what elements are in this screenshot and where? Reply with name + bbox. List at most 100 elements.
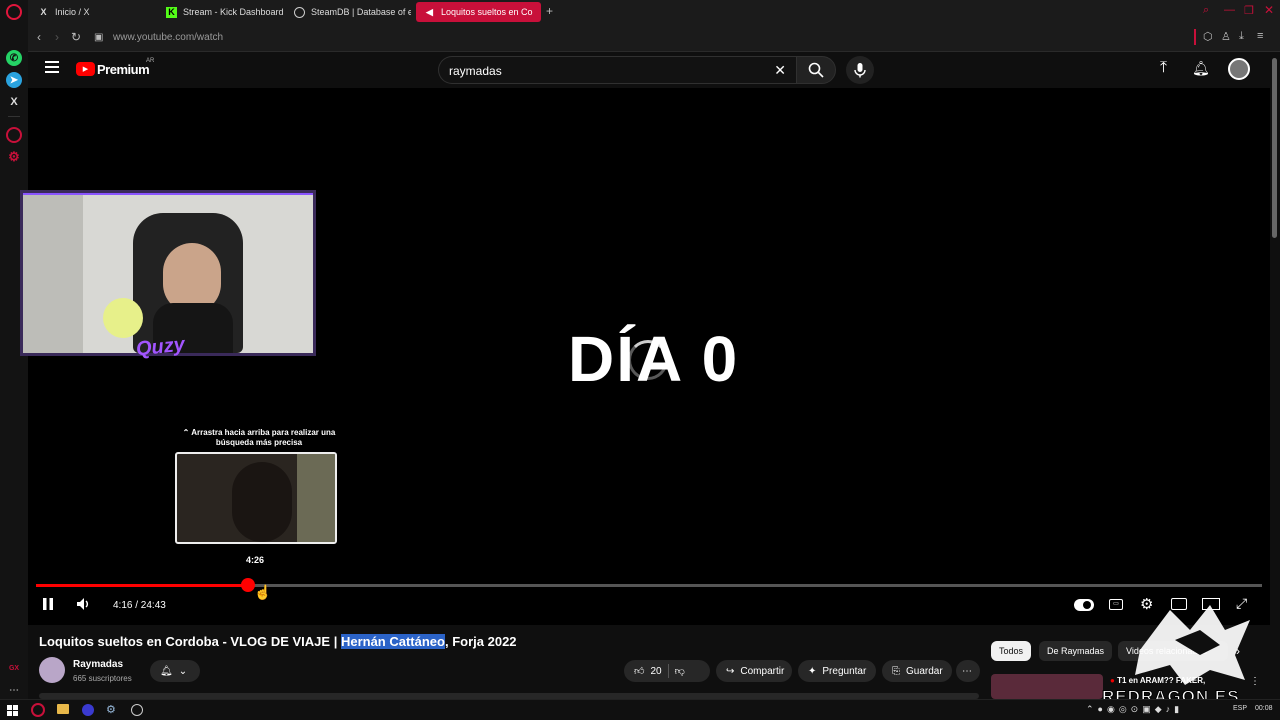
search-button[interactable] — [796, 56, 836, 84]
file-explorer-icon[interactable] — [57, 704, 69, 714]
speaker-icon: ◀ — [426, 6, 433, 17]
obs-icon[interactable] — [131, 704, 143, 716]
account-avatar[interactable] — [1228, 58, 1250, 80]
video-player[interactable]: DÍA 0 Quzy ⌃ Arrastra hacia arriba para … — [20, 88, 1270, 625]
recording-dot-icon: ● — [1110, 676, 1115, 685]
channel-avatar[interactable] — [39, 657, 65, 683]
tab-youtube-active[interactable]: ◀ Loquitos sueltos en Co — [416, 2, 541, 22]
url-field[interactable]: www.youtube.com/watch — [113, 32, 223, 43]
language-indicator[interactable]: ESP — [1233, 705, 1247, 712]
close-window-icon[interactable]: ✕ — [1264, 3, 1274, 17]
search-tabs-icon[interactable]: ⌕ — [1203, 4, 1209, 17]
drag-hint-text: Arrastra hacia arriba para realizar una … — [191, 428, 336, 447]
subtitles-button[interactable]: ▭ — [1109, 599, 1123, 610]
settings-gear-icon[interactable]: ⚙ — [6, 149, 22, 165]
volume-icon — [77, 598, 88, 610]
opera-gx-taskbar-icon[interactable] — [31, 703, 45, 717]
webcam-wall — [23, 193, 83, 353]
ask-button[interactable]: ✦ Preguntar — [798, 660, 876, 682]
autoplay-toggle[interactable] — [1074, 599, 1094, 611]
subscribe-bell-button[interactable]: 🔔︎ ⌄ — [150, 660, 200, 682]
webcam-overlay — [20, 190, 316, 356]
sparkle-icon: ✦ — [808, 665, 817, 677]
drag-hint: ⌃ Arrastra hacia arriba para realizar un… — [178, 428, 340, 448]
hamburger-menu-icon[interactable] — [45, 61, 59, 73]
toolbar-divider — [1194, 29, 1196, 45]
tab-steamdb[interactable]: SteamDB | Database of ev — [286, 2, 411, 22]
download-icon[interactable]: ⤓ — [1239, 30, 1244, 43]
clock[interactable]: 00:08 — [1255, 705, 1273, 712]
like-count[interactable]: 20 — [650, 666, 661, 677]
minimize-icon[interactable]: — — [1224, 4, 1235, 16]
tab-label: Inicio / X — [55, 7, 90, 17]
app-icon[interactable] — [82, 704, 94, 716]
chevron-down-icon: ⌄ — [178, 665, 188, 677]
recommendation-thumbnail[interactable] — [991, 674, 1103, 699]
share-icon: ↪ — [726, 665, 735, 677]
new-tab-button[interactable]: + — [546, 4, 553, 18]
search-icon — [808, 62, 824, 78]
chip-de-raymadas[interactable]: De Raymadas — [1039, 641, 1113, 661]
chip-todos[interactable]: Todos — [991, 641, 1032, 661]
back-icon[interactable]: ‹ — [37, 30, 41, 44]
search-query: raymadas — [449, 64, 502, 78]
windows-start-icon[interactable] — [7, 705, 18, 716]
like-dislike-group: 👍︎ 20 👎︎ — [624, 660, 710, 682]
extensions-icon[interactable]: ⬡ — [1203, 30, 1213, 43]
whatsapp-icon[interactable]: ✆ — [6, 50, 22, 66]
tab-label: Stream - Kick Dashboard — [183, 7, 283, 17]
history-icon[interactable] — [6, 127, 22, 143]
premium-logo-text[interactable]: Premium — [97, 62, 150, 77]
clear-search-icon[interactable]: ✕ — [774, 62, 786, 79]
webcam-logo: Quzy — [134, 333, 186, 361]
video-title-end: , Forja 2022 — [444, 634, 517, 649]
x-icon[interactable]: X — [6, 94, 22, 110]
opera-logo-icon[interactable] — [6, 4, 22, 20]
profile-icon[interactable]: ♙ — [1221, 30, 1231, 43]
page-scrollbar[interactable] — [1272, 58, 1277, 238]
upload-icon[interactable]: ⤒ — [1160, 59, 1167, 77]
time-display: 4:16 / 24:43 — [113, 600, 166, 611]
ask-label: Preguntar — [822, 665, 867, 677]
share-label: Compartir — [740, 665, 785, 677]
windows-taskbar: ⚙ ⌃●◉◎⊙▣◆♪▮ ESP 00:08 — [0, 699, 1280, 720]
preview-light — [297, 454, 335, 542]
tab-x[interactable]: X Inicio / X — [30, 2, 155, 22]
tab-kick[interactable]: K Stream - Kick Dashboard — [158, 2, 283, 22]
pause-button[interactable] — [42, 598, 54, 610]
more-actions-button[interactable]: ⋯ — [956, 660, 980, 682]
subtitles-icon: ▭ — [1113, 601, 1119, 607]
microphone-icon — [854, 63, 866, 78]
loading-spinner-icon — [628, 340, 668, 380]
gx-icon[interactable]: GX — [6, 660, 22, 676]
share-button[interactable]: ↪ Compartir — [716, 660, 792, 682]
tab-bar: X Inicio / X K Stream - Kick Dashboard S… — [28, 0, 1280, 24]
forward-icon[interactable]: › — [55, 30, 59, 44]
youtube-logo-icon[interactable]: ▶ — [76, 62, 95, 76]
reload-icon[interactable]: ↻ — [71, 30, 81, 44]
voice-search-button[interactable] — [846, 56, 874, 84]
plush-toy — [103, 298, 143, 338]
dislike-icon[interactable]: 👎︎ — [675, 665, 685, 677]
more-options-icon[interactable]: ⋯ — [6, 682, 22, 698]
progress-scrubber-handle[interactable] — [241, 578, 256, 592]
video-title-main: Loquitos sueltos en Cordoba - VLOG DE VI… — [39, 634, 341, 649]
search-input[interactable]: raymadas ✕ — [438, 56, 796, 84]
system-tray-icons[interactable]: ⌃●◉◎⊙▣◆♪▮ — [1086, 704, 1183, 715]
tab-label: SteamDB | Database of ev — [311, 7, 411, 17]
address-bar: ‹ › ↻ ▣ www.youtube.com/watch ⬡ ♙ ⤓ ≡ — [28, 24, 1280, 52]
save-button[interactable]: ⎘ Guardar — [882, 660, 952, 682]
channel-name[interactable]: Raymadas — [73, 659, 123, 670]
x-icon: X — [40, 7, 47, 17]
pause-icon — [43, 598, 53, 610]
like-icon[interactable]: 👍︎ — [634, 665, 644, 677]
menu-icon[interactable]: ≡ — [1257, 30, 1263, 42]
telegram-icon[interactable]: ➤ — [6, 72, 22, 88]
like-divider — [667, 664, 669, 678]
save-label: Guardar — [906, 665, 943, 677]
volume-button[interactable] — [76, 597, 90, 614]
steam-taskbar-icon[interactable]: ⚙ — [106, 703, 116, 716]
bookmark-icon: ⎘ — [892, 665, 900, 677]
maximize-icon[interactable]: ❐ — [1244, 4, 1254, 17]
notifications-bell-icon[interactable]: 🔔︎ — [1192, 60, 1210, 77]
